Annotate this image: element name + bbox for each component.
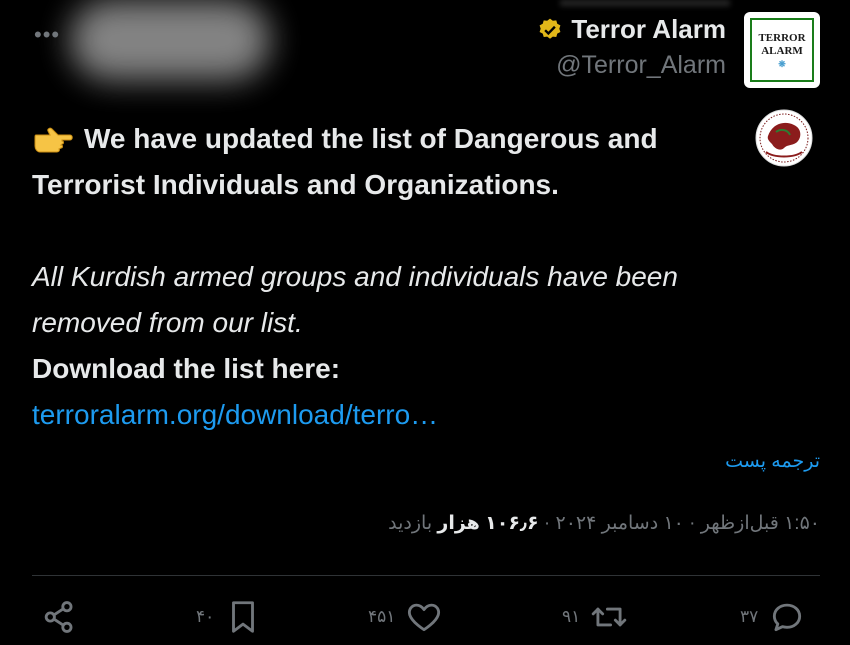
tweet-text: We have updated the list of Dangerous an… [32, 116, 732, 438]
kurdistan-map-logo-icon [755, 109, 813, 167]
views-count[interactable]: ۱۰۶٫۶ هزار [437, 513, 538, 534]
author-header[interactable]: Terror Alarm @Terror_Alarm [537, 14, 726, 80]
verified-badge-icon [539, 18, 561, 39]
tweet-line-1: We have updated the list of Dangerous an… [32, 123, 658, 200]
avatar-mark: ❋ [778, 58, 786, 69]
divider [32, 575, 820, 576]
tweet-meta: ۱:۵۰ قبل‌ازظهر · ۱۰ دسامبر ۲۰۲۴ · ۱۰۶٫۶ … [388, 512, 820, 535]
avatar-text-line1: TERROR [758, 31, 806, 44]
bookmark-icon [232, 601, 255, 633]
tweet-paragraph-3: Download the list here: [32, 353, 341, 384]
user-handle[interactable]: @Terror_Alarm [537, 51, 726, 80]
retweet-count: ۹۱ [562, 607, 581, 626]
tweet-paragraph-2: All Kurdish armed groups and individuals… [32, 261, 678, 338]
action-bar: ۴۰ ۴۵۱ ۹۱ ۳۷ [0, 598, 850, 644]
translate-post-link[interactable]: ترجمه پست [725, 450, 820, 473]
display-name[interactable]: Terror Alarm [571, 14, 726, 45]
meta-separator: · [538, 513, 556, 534]
share-button[interactable] [40, 598, 78, 636]
like-count: ۴۵۱ [368, 607, 396, 626]
bookmark-count: ۴۰ [196, 607, 215, 626]
retweet-button[interactable]: ۹۱ [562, 598, 628, 636]
avatar[interactable]: TERROR ALARM ❋ [744, 12, 820, 88]
tweet-time[interactable]: ۱:۵۰ قبل‌ازظهر [701, 513, 820, 534]
reply-count: ۳۷ [740, 607, 759, 626]
bookmark-button[interactable]: ۴۰ [196, 598, 262, 636]
top-edge-fade [560, 0, 730, 6]
tweet-date[interactable]: ۱۰ دسامبر ۲۰۲۴ [556, 513, 684, 534]
pointing-right-emoji-icon [34, 127, 73, 153]
more-options-button[interactable]: ••• [34, 24, 60, 46]
like-button[interactable]: ۴۵۱ [368, 598, 443, 636]
views-label: بازدید [388, 513, 438, 534]
reply-icon [773, 603, 802, 632]
avatar-logo: TERROR ALARM ❋ [750, 18, 814, 82]
avatar-text-line2: ALARM [761, 44, 803, 57]
like-icon [408, 603, 441, 632]
share-icon [44, 601, 73, 633]
download-link[interactable]: terroralarm.org/download/terro… [32, 392, 732, 438]
retweet-icon [592, 607, 627, 627]
meta-separator: · [683, 513, 701, 534]
tweet-paragraph-1: We have updated the list of Dangerous an… [32, 116, 732, 208]
reply-button[interactable]: ۳۷ [740, 598, 806, 636]
blurred-redaction [70, 0, 270, 80]
